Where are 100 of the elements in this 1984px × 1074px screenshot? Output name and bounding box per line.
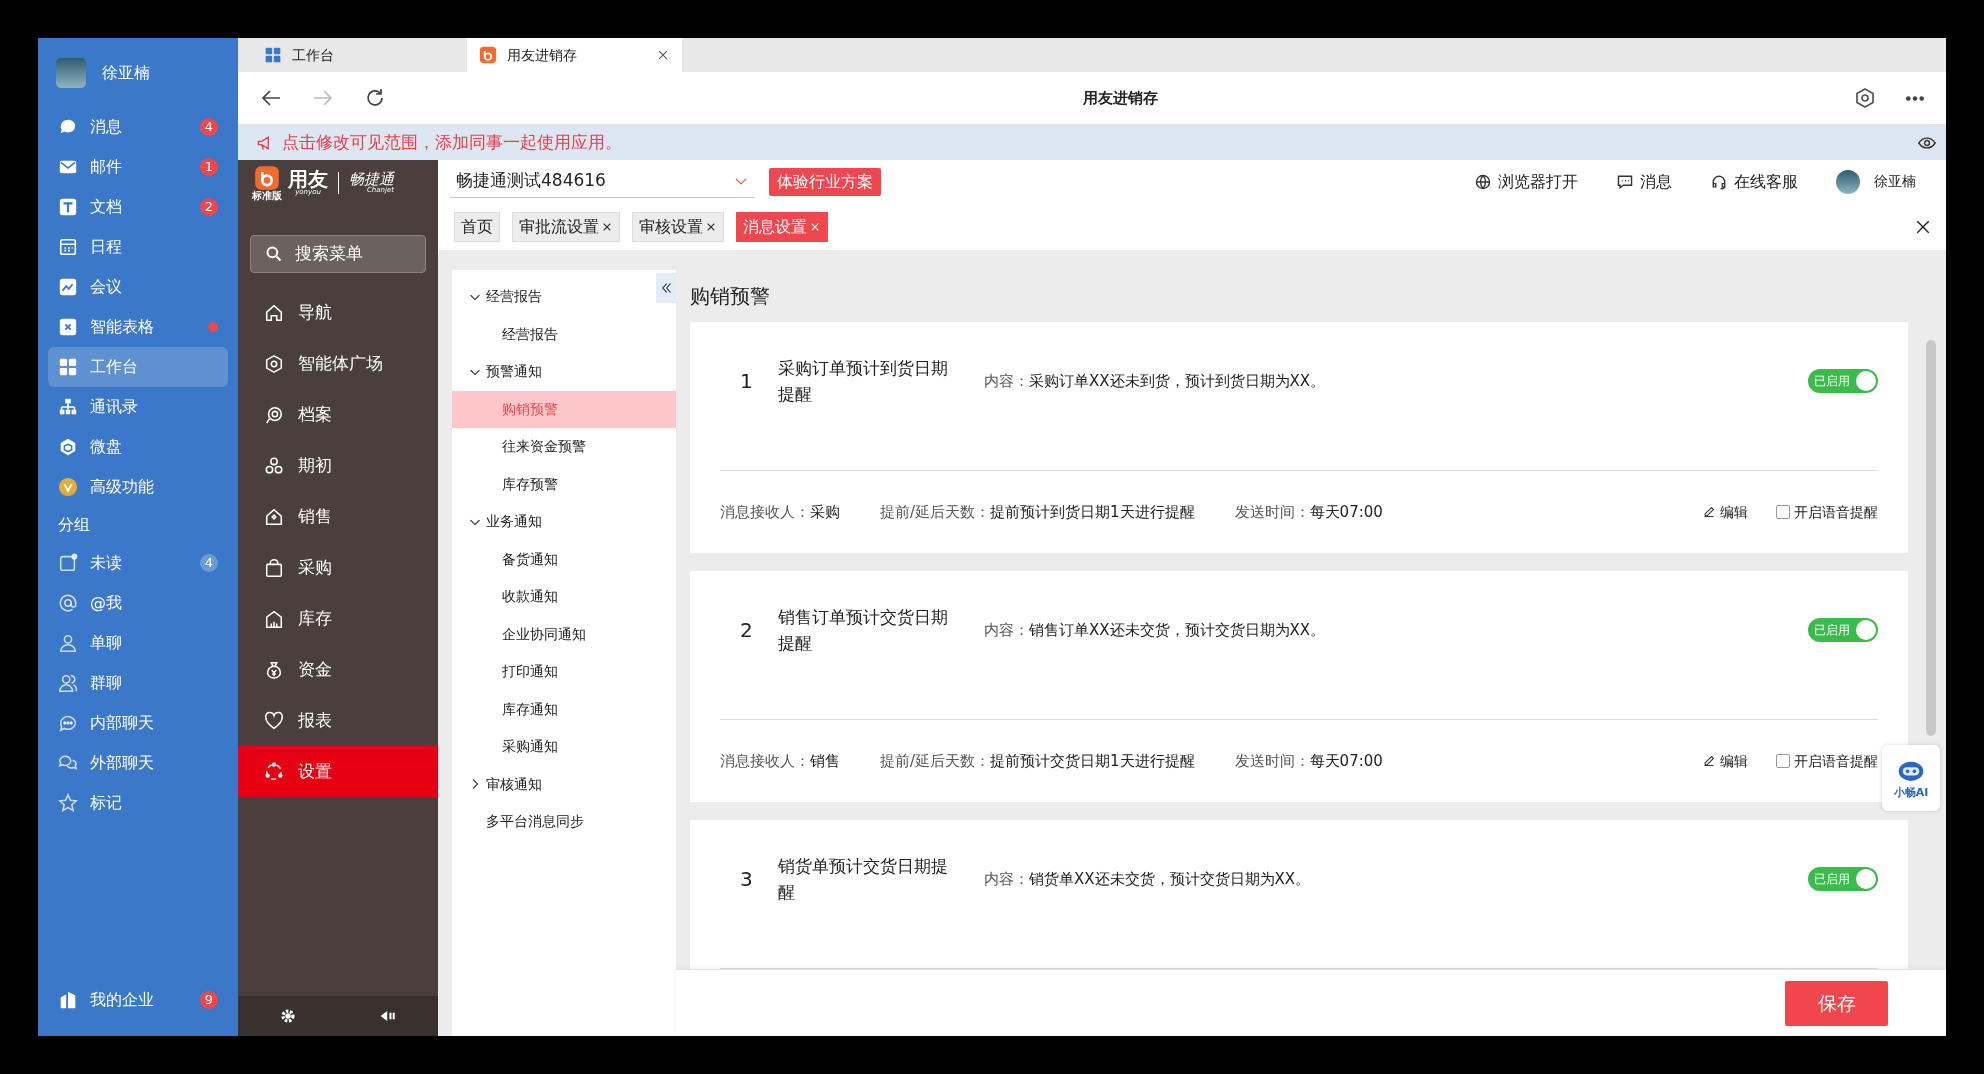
circles-icon <box>264 455 284 476</box>
page-tab[interactable]: 审核设置 <box>632 211 724 242</box>
tree-item[interactable]: 库存预警 <box>452 465 676 503</box>
user-name: 徐亚楠 <box>102 61 150 84</box>
menu-item[interactable]: 销售 <box>238 491 438 542</box>
tree-group[interactable]: 预警通知 <box>452 353 652 391</box>
rule-name: 采购订单预计到货日期提醒 <box>778 356 948 406</box>
search-button[interactable]: 搜索菜单 <box>250 235 426 273</box>
menu-item[interactable]: 设置 <box>238 746 438 797</box>
tree-item[interactable]: 采购通知 <box>452 728 676 766</box>
sidebar-item[interactable]: 群聊 <box>48 663 228 703</box>
browser-tab[interactable]: 用友进销存 <box>467 38 682 72</box>
save-button[interactable]: 保存 <box>1785 980 1888 1026</box>
trial-button[interactable]: 体验行业方案 <box>769 167 881 196</box>
tree-item[interactable]: 企业协同通知 <box>452 615 676 653</box>
sidebar-item[interactable]: 邮件 1 <box>48 147 228 187</box>
reload-icon <box>364 87 386 109</box>
double-chevron-icon <box>659 281 673 295</box>
sidebar-item[interactable]: 会议 <box>48 267 228 307</box>
sidebar-item[interactable]: 内部聊天 <box>48 703 228 743</box>
tree-group[interactable]: 审核通知 <box>452 765 652 803</box>
header-link[interactable]: 浏览器打开 <box>1474 169 1578 194</box>
send-time-text: 发送时间：每天07:00 <box>1234 501 1383 523</box>
sidebar-item[interactable]: 智能表格 <box>48 307 228 347</box>
org-chart-icon <box>58 397 78 417</box>
star-icon <box>58 793 78 813</box>
building-icon <box>58 990 78 1010</box>
more-icon <box>1906 95 1924 101</box>
tree-item[interactable]: 往来资金预警 <box>452 428 676 466</box>
count-badge: 9 <box>200 991 218 1009</box>
collapse-button[interactable] <box>656 273 676 303</box>
header-link[interactable]: 在线客服 <box>1710 169 1798 194</box>
days-text: 提前/延后天数：提前预计到货日期1天进行提醒 <box>880 501 1195 523</box>
pencil-icon <box>1702 505 1716 519</box>
header-link[interactable]: 消息 <box>1616 169 1672 194</box>
sidebar-item[interactable]: 外部聊天 <box>48 743 228 783</box>
menu-item[interactable]: 采购 <box>238 542 438 593</box>
menu-item[interactable]: 库存 <box>238 593 438 644</box>
globe-icon <box>1474 172 1492 191</box>
browser-tab[interactable]: 工作台 <box>252 38 467 72</box>
content-text: 内容：销售订单XX还未交货，预计交货日期为XX。 <box>984 620 1326 639</box>
sidebar-item[interactable]: 标记 <box>48 783 228 823</box>
avatar[interactable] <box>56 57 86 88</box>
sidebar-item[interactable]: 文档 2 <box>48 187 228 227</box>
menu-item[interactable]: 档案 <box>238 389 438 440</box>
tree-item[interactable]: 多平台消息同步 <box>452 803 676 841</box>
settings-icon <box>1854 87 1876 109</box>
people-icon <box>58 673 78 693</box>
sidebar-item[interactable]: 单聊 <box>48 623 228 663</box>
medal-icon <box>58 477 78 497</box>
cube-icon <box>58 437 78 457</box>
avatar[interactable] <box>1836 169 1860 194</box>
home-icon <box>264 302 284 323</box>
app-logo-icon <box>254 164 280 191</box>
app-logo-icon <box>479 46 497 64</box>
menu-item[interactable]: 期初 <box>238 440 438 491</box>
section-heading: 分组 <box>57 514 91 536</box>
page-tab[interactable]: 消息设置 <box>736 211 828 242</box>
rule-name: 销货单预计交货日期提醒 <box>778 854 948 904</box>
sidebar-item[interactable]: 我的企业 9 <box>48 980 228 1020</box>
content-text: 内容：采购订单XX还未到货，预计到货日期为XX。 <box>984 371 1326 390</box>
assistant-button[interactable]: 小畅AI <box>1882 745 1940 811</box>
menu-item[interactable]: 导航 <box>238 287 438 338</box>
chat-dots-icon <box>58 713 78 733</box>
company-select[interactable]: 畅捷通测试484616 <box>450 165 755 198</box>
sidebar-item[interactable]: 日程 <box>48 227 228 267</box>
sidebar-item[interactable]: 高级功能 <box>48 467 228 507</box>
sidebar-item[interactable]: 未读 4 <box>48 543 228 583</box>
tree-item[interactable]: 经营报告 <box>452 315 676 353</box>
person-icon <box>58 633 78 653</box>
scrollbar-thumb[interactable] <box>1926 340 1936 736</box>
recipient-text: 消息接收人：采购 <box>720 501 840 523</box>
checkbox[interactable] <box>1776 754 1790 768</box>
tree-item[interactable]: 打印通知 <box>452 653 676 691</box>
bag-icon <box>264 557 284 578</box>
warehouse-icon <box>264 608 284 629</box>
tree-group[interactable]: 业务通知 <box>452 503 652 541</box>
calendar-icon <box>58 237 78 257</box>
sidebar-item[interactable]: 消息 4 <box>48 107 228 147</box>
menu-item[interactable]: 智能体广场 <box>238 338 438 389</box>
sidebar-item[interactable]: 通讯录 <box>48 387 228 427</box>
content-text: 内容：销货单XX还未交货，预计交货日期为XX。 <box>984 869 1311 888</box>
settings-icon <box>264 761 284 782</box>
tree-item[interactable]: 备货通知 <box>452 540 676 578</box>
grid-icon <box>264 46 282 64</box>
hexagon-icon <box>264 353 284 374</box>
menu-item[interactable]: 资金 <box>238 644 438 695</box>
search-icon <box>265 245 283 263</box>
page-tab[interactable]: 审批流设置 <box>512 211 620 242</box>
checkbox[interactable] <box>1776 505 1790 519</box>
sidebar-item[interactable]: 微盘 <box>48 427 228 467</box>
edit-button[interactable]: 编辑 <box>1702 501 1748 523</box>
tree-group[interactable]: 经营报告 <box>452 278 652 316</box>
sidebar-item[interactable]: @我 <box>48 583 228 623</box>
page-tab[interactable]: 首页 <box>454 211 500 242</box>
menu-item[interactable]: 报表 <box>238 695 438 746</box>
edit-button[interactable]: 编辑 <box>1702 750 1748 772</box>
tree-item[interactable]: 库存通知 <box>452 690 676 728</box>
user-name: 徐亚楠 <box>1874 172 1916 191</box>
tree-item[interactable]: 收款通知 <box>452 578 676 616</box>
